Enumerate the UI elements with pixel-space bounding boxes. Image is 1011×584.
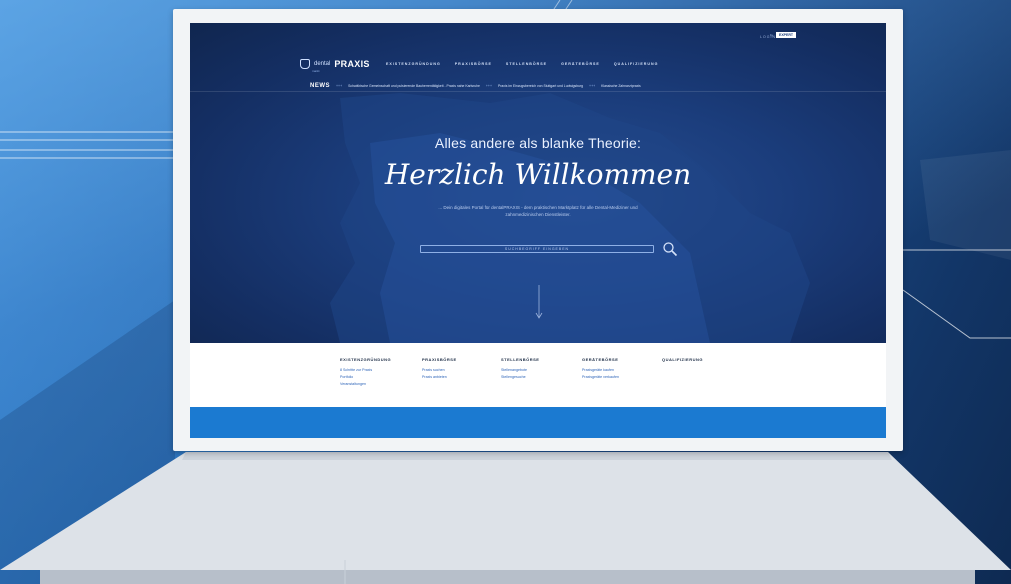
footer-link[interactable]: Praxis suchen [422, 367, 457, 374]
main-nav: EXISTENZGRÜNDUNG PRAXISBÖRSE STELLENBÖRS… [386, 62, 658, 66]
logo-sub-text: markt [312, 69, 320, 73]
nav-item-stellenboerse[interactable]: STELLENBÖRSE [506, 62, 547, 66]
footer-column: GERÄTEBÖRSE Praxisgeräte kaufen Praxisge… [582, 357, 619, 381]
footer-column: STELLENBÖRSE Stellenangebote Stellengesu… [501, 357, 539, 381]
nav-item-existenzgruendung[interactable]: EXISTENZGRÜNDUNG [386, 62, 441, 66]
footer-heading[interactable]: PRAXISBÖRSE [422, 357, 457, 362]
footer-column: EXISTENZGRÜNDUNG 8 Schritte zur Praxis P… [340, 357, 391, 388]
hero-section: LOGIN by EXPERT dental PRAXIS markt EXIS… [190, 23, 886, 343]
nav-item-geraeteboerse[interactable]: GERÄTEBÖRSE [561, 62, 600, 66]
footer-heading[interactable]: STELLENBÖRSE [501, 357, 539, 362]
news-separator: +++ [485, 84, 493, 88]
nav-item-praxisboerse[interactable]: PRAXISBÖRSE [455, 62, 492, 66]
search-placeholder: SUCHBEGRIFF EINGEBEN [504, 246, 570, 251]
tooth-icon [300, 59, 310, 69]
search-icon[interactable] [662, 241, 678, 257]
footer-band [190, 407, 886, 438]
footer-link[interactable]: Portfolio [340, 374, 391, 381]
news-divider [190, 91, 886, 92]
news-label: NEWS [310, 83, 330, 89]
news-ticker: NEWS +++ Schwäbische Gemeinschaft und pu… [310, 83, 830, 89]
hero-welcome-title: Herzlich Willkommen [384, 158, 692, 191]
hero-tagline: Alles andere als blanke Theorie: [434, 135, 642, 151]
footer-link[interactable]: 8 Schritte zur Praxis [340, 367, 391, 374]
site-logo[interactable]: dental PRAXIS markt [300, 59, 370, 73]
expert-brand[interactable]: by EXPERT [770, 32, 796, 38]
arrow-down-icon[interactable] [535, 285, 543, 319]
news-item[interactable]: Klassische Zahnarztpraxis [601, 84, 641, 88]
footer-link[interactable]: Stellenangebote [501, 367, 539, 374]
logo-dental-text: dental [314, 61, 331, 67]
footer-sitemap: EXISTENZGRÜNDUNG 8 Schritte zur Praxis P… [190, 343, 886, 407]
footer-heading[interactable]: GERÄTEBÖRSE [582, 357, 619, 362]
logo-praxis-text: PRAXIS [334, 59, 370, 69]
footer-column: QUALIFIZIERUNG [662, 357, 703, 367]
news-item[interactable]: Praxis im Einzugsbereich von Stuttgart u… [498, 84, 583, 88]
footer-link[interactable]: Praxisgeräte kaufen [582, 367, 619, 374]
news-separator: +++ [589, 84, 596, 88]
footer-heading[interactable]: QUALIFIZIERUNG [662, 357, 703, 362]
nav-item-qualifizierung[interactable]: QUALIFIZIERUNG [614, 62, 659, 66]
footer-link[interactable]: Praxis anbieten [422, 374, 457, 381]
expert-badge: EXPERT [775, 32, 796, 38]
footer-column: PRAXISBÖRSE Praxis suchen Praxis anbiete… [422, 357, 457, 381]
footer-link[interactable]: Stellengesuche [501, 374, 539, 381]
by-label: by [769, 33, 773, 37]
website-screen: LOGIN by EXPERT dental PRAXIS markt EXIS… [190, 23, 886, 438]
search-input[interactable]: SUCHBEGRIFF EINGEBEN [420, 245, 654, 253]
hero-description: ... Dein digitales Portal für dentalPRAX… [438, 205, 638, 217]
news-item[interactable]: Schwäbische Gemeinschaft und pulsierende… [348, 84, 480, 88]
footer-link[interactable]: Praxisgeräte verkaufen [582, 374, 619, 381]
news-separator: +++ [336, 84, 343, 88]
footer-link[interactable]: Veranstaltungen [340, 381, 391, 388]
footer-heading[interactable]: EXISTENZGRÜNDUNG [340, 357, 391, 362]
